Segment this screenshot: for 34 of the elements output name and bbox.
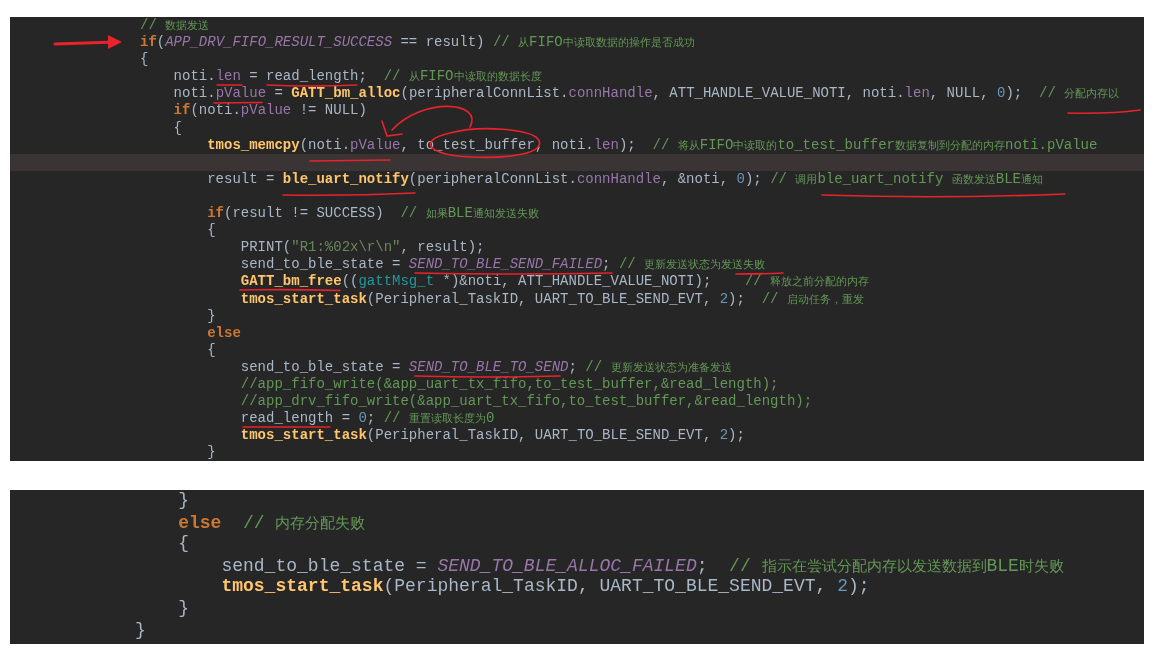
code-line: } (177, 492, 189, 509)
code-line: } (206, 309, 216, 323)
code-line: result = ble_uart_notify(peripheralConnList.connHandle, &noti, 0); // 调用ble_uart_notify 函数发送BLE通知 (206, 172, 1043, 186)
code-line: PRINT("R1:%02x\r\n", result); (239, 241, 485, 255)
code-line: tmos_start_task(Peripheral_TaskID, UART_TO_BLE_SEND_EVT, 2); (239, 429, 745, 443)
underline-mark (216, 84, 243, 86)
code-line: { (206, 343, 216, 357)
code-line: send_to_ble_state = SEND_TO_BLE_TO_SEND; // 更新发送状态为准备发送 (239, 360, 732, 374)
underline-mark (735, 272, 784, 275)
code-line: read_length = 0; // 重置读取长度为0 (239, 412, 495, 426)
code-line: { (177, 535, 189, 553)
code-line: send_to_ble_state = SEND_TO_BLE_SEND_FAILED; // 更新发送状态为发送失败 (239, 258, 766, 272)
code-line: { (140, 53, 149, 67)
code-line: tmos_start_task(Peripheral_TaskID, UART_TO_BLE_SEND_EVT, 2); // 启动任务，重发 (239, 292, 864, 306)
code-line: noti.len = read_length; // 从FIFO中读取的数据长度 (172, 70, 542, 84)
code-line: tmos_start_task(Peripheral_TaskID, UART_TO_BLE_SEND_EVT, 2); (220, 578, 870, 596)
code-line: } (177, 599, 189, 617)
code-line: // 数据发送 (140, 19, 210, 32)
code-line: if(APP_DRV_FIFO_RESULT_SUCCESS == result) // 从FIFO中读取数据的操作是否成功 (140, 36, 695, 50)
code-line: GATT_bm_free((gattMsg_t *)&noti, ATT_HANDLE_VALUE_NOTI); // 释放之前分配的内存 (239, 275, 870, 289)
code-line: //app_drv_fifo_write(&app_uart_tx_fifo,to_test_buffer,&read_length); (239, 395, 813, 409)
code-line: //app_fifo_write(&app_uart_tx_fifo,to_test_buffer,&read_length); (239, 377, 779, 391)
code-line: } (135, 621, 146, 639)
code-line: { (172, 121, 182, 135)
code-line: else // 内存分配失败 (177, 513, 366, 532)
code-line: if(result != SUCCESS) // 如果BLE通知发送失败 (206, 207, 539, 221)
code-line: if(noti.pValue != NULL) (172, 104, 367, 118)
code-line: send_to_ble_state = SEND_TO_BLE_ALLOC_FAILED; // 指示在尝试分配内存以发送数据到BLE时失败 (220, 556, 1064, 575)
underline-mark (213, 101, 263, 104)
code-line: else (206, 326, 241, 340)
code-line: noti.pValue = GATT_bm_alloc(peripheralConnList.connHandle, ATT_HANDLE_VALUE_NOTI, noti.len, NULL, 0); // 分配内存以 (172, 87, 1120, 101)
pointer-arrow (53, 35, 122, 49)
code-line: } (206, 446, 216, 460)
code-line: { (206, 224, 216, 238)
